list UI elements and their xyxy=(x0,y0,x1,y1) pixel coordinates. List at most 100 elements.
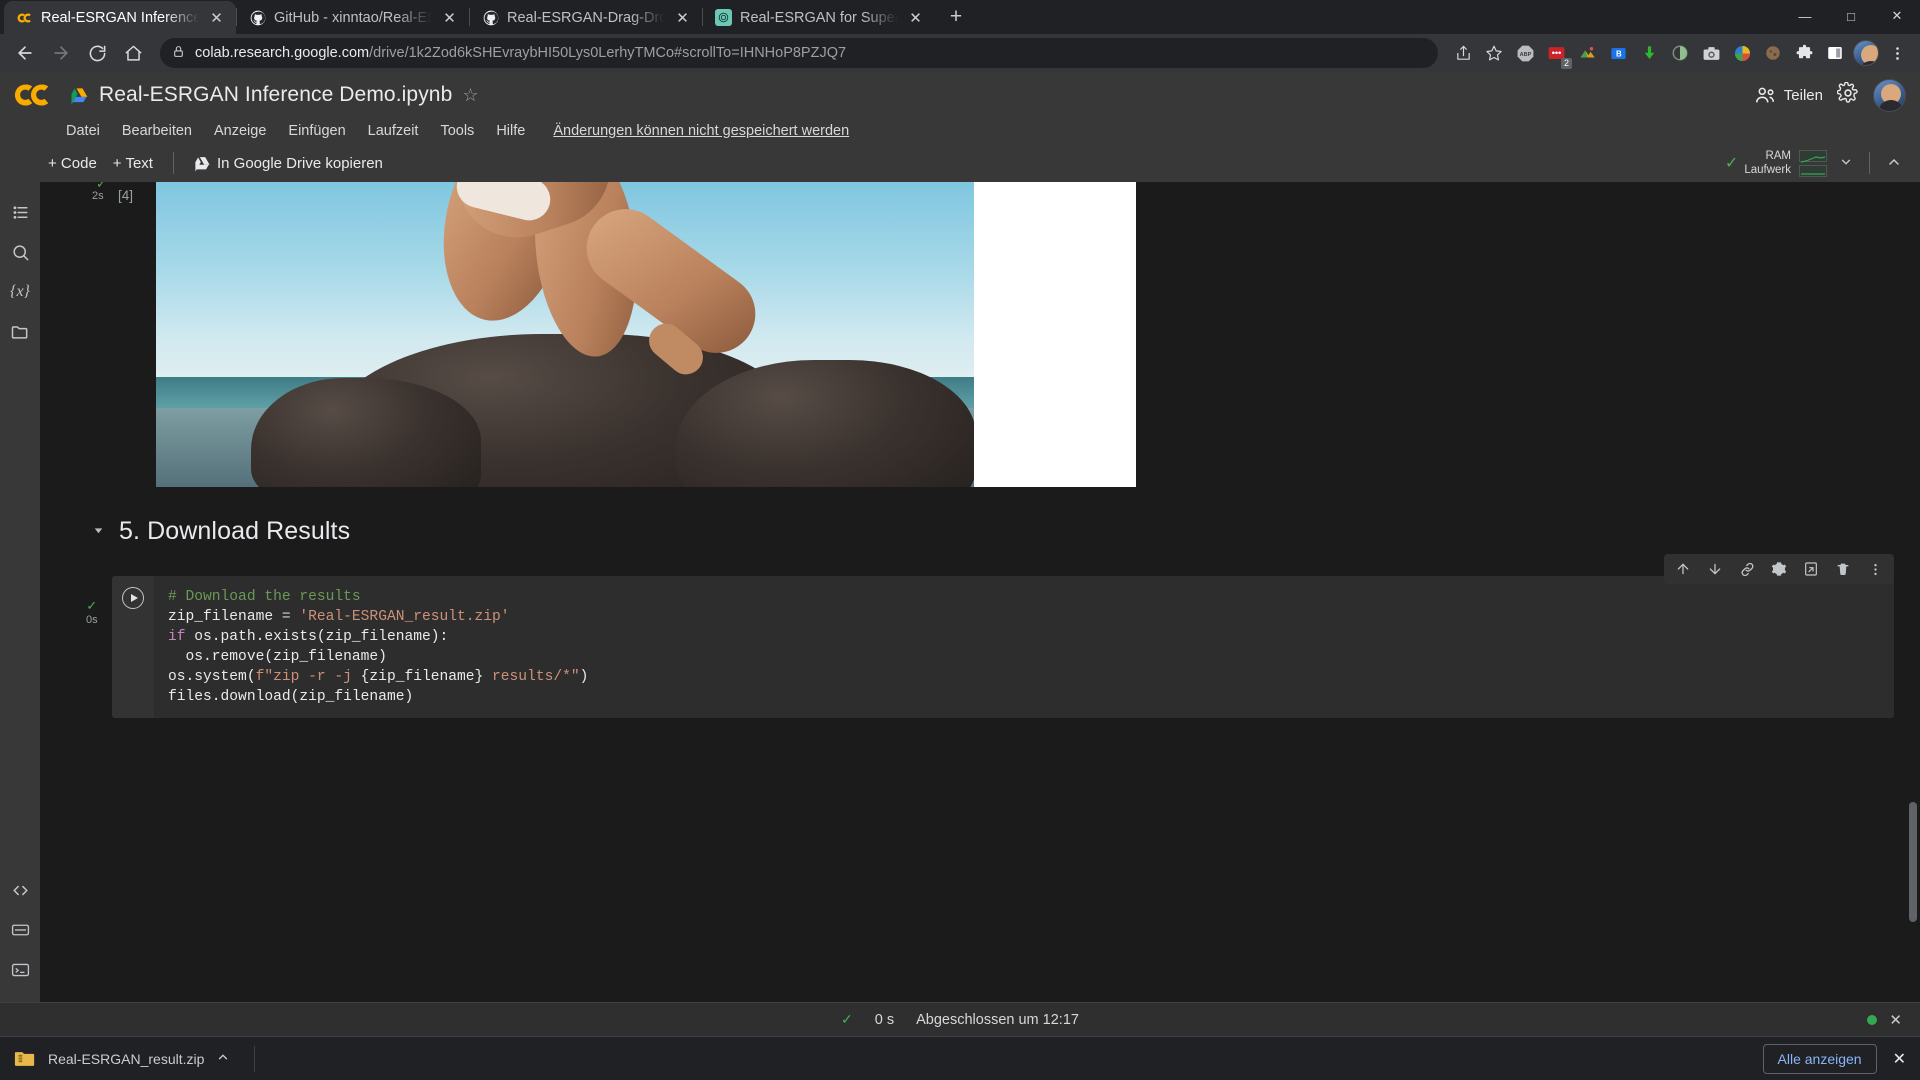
close-icon[interactable]: ✕ xyxy=(673,8,692,27)
reload-icon[interactable] xyxy=(80,36,114,70)
svg-text:ABP: ABP xyxy=(1519,51,1531,57)
terminal-icon[interactable] xyxy=(2,950,38,990)
show-all-downloads-button[interactable]: Alle anzeigen xyxy=(1762,1043,1877,1074)
puzzle-piece-icon[interactable] xyxy=(1789,38,1819,68)
table-of-contents-icon[interactable] xyxy=(2,192,38,232)
cell-settings-icon[interactable] xyxy=(1766,557,1792,581)
kebab-menu-icon[interactable] xyxy=(1882,38,1912,68)
menu-laufzeit[interactable]: Laufzeit xyxy=(368,123,419,139)
download-item[interactable]: Real-ESRGAN_result.zip xyxy=(14,1049,246,1068)
copy-to-drive-button[interactable]: In Google Drive kopieren xyxy=(186,151,391,176)
sidebar-toggle-icon[interactable] xyxy=(1820,38,1850,68)
star-icon[interactable] xyxy=(1479,38,1509,68)
sphere-extension-icon[interactable] xyxy=(1727,38,1757,68)
address-bar[interactable]: colab.research.google.com/drive/1k2Zod6k… xyxy=(160,38,1438,68)
colab-logo[interactable] xyxy=(14,80,58,110)
minimize-button[interactable]: — xyxy=(1782,0,1828,32)
github-icon xyxy=(249,9,266,26)
url-path: /drive/1k2Zod6kSHEvraybHI50Lys0LerhyTMCo… xyxy=(369,45,847,61)
menu-tools[interactable]: Tools xyxy=(440,123,474,139)
browser-tab-2[interactable]: GitHub - xinntao/Real-ESRGAN: ✕ xyxy=(237,1,469,34)
add-code-button[interactable]: + Code xyxy=(40,151,105,176)
download-shelf-actions: Alle anzeigen ✕ xyxy=(1762,1043,1906,1074)
close-shelf-icon[interactable]: ✕ xyxy=(1893,1049,1906,1069)
save-status-text[interactable]: Änderungen können nicht gespeichert werd… xyxy=(553,123,849,139)
profile-avatar[interactable] xyxy=(1851,38,1881,68)
browser-tab-1[interactable]: Real-ESRGAN Inference Demo.ipynb ✕ xyxy=(4,1,236,34)
share-button[interactable]: Teilen xyxy=(1754,84,1823,106)
chevron-up-icon[interactable] xyxy=(1880,150,1908,177)
browser-tab-3[interactable]: Real-ESRGAN-Drag-Drop/drag& ✕ xyxy=(470,1,702,34)
status-bar-right: ✕ xyxy=(1867,1011,1902,1029)
code-cell[interactable]: ✓ 0s # Download the results zip_filename… xyxy=(86,554,1894,718)
command-palette-icon[interactable] xyxy=(2,910,38,950)
code-editor[interactable]: # Download the results zip_filename = 'Re… xyxy=(154,576,1894,718)
variables-icon[interactable]: {x} xyxy=(2,272,38,312)
files-icon[interactable] xyxy=(2,312,38,352)
adblock-plus-icon[interactable]: ABP xyxy=(1510,38,1540,68)
menu-datei[interactable]: Datei xyxy=(66,123,100,139)
add-text-button[interactable]: + Text xyxy=(105,151,161,176)
original-image-panel xyxy=(156,182,974,487)
gear-icon[interactable] xyxy=(1836,81,1859,109)
account-avatar[interactable] xyxy=(1873,78,1906,112)
new-tab-button[interactable]: + xyxy=(941,2,971,32)
close-icon[interactable]: ✕ xyxy=(440,8,459,27)
colorful-extension-icon[interactable] xyxy=(1572,38,1602,68)
share-icon[interactable] xyxy=(1448,38,1478,68)
search-icon[interactable] xyxy=(2,232,38,272)
menu-hilfe[interactable]: Hilfe xyxy=(496,123,525,139)
maximize-button[interactable]: □ xyxy=(1828,0,1874,32)
tab-strip: Real-ESRGAN Inference Demo.ipynb ✕ GitHu… xyxy=(0,0,1920,34)
notebook-title[interactable]: Real-ESRGAN Inference Demo.ipynb xyxy=(99,83,452,107)
move-cell-down-icon[interactable] xyxy=(1702,557,1728,581)
ram-disk-labels: RAM Laufwerk xyxy=(1744,149,1791,177)
menu-anzeige[interactable]: Anzeige xyxy=(214,123,266,139)
connection-status-dot xyxy=(1867,1014,1878,1025)
move-cell-up-icon[interactable] xyxy=(1670,557,1696,581)
code-snippets-icon[interactable] xyxy=(2,870,38,910)
collapse-section-icon[interactable] xyxy=(92,524,105,540)
forward-arrow-icon[interactable] xyxy=(44,36,78,70)
menu-einfuegen[interactable]: Einfügen xyxy=(288,123,345,139)
ram-disk-indicator[interactable]: RAM Laufwerk xyxy=(1744,149,1827,177)
dark-circle-extension-icon[interactable] xyxy=(1665,38,1695,68)
delete-cell-icon[interactable] xyxy=(1830,557,1856,581)
menu-bearbeiten[interactable]: Bearbeiten xyxy=(122,123,192,139)
screenshot-camera-icon[interactable] xyxy=(1696,38,1726,68)
code-token: zip -r -j xyxy=(273,669,361,685)
github-icon xyxy=(482,9,499,26)
link-to-cell-icon[interactable] xyxy=(1734,557,1760,581)
scrollbar-track[interactable] xyxy=(1908,182,1918,1002)
browser-tab-4[interactable]: Real-ESRGAN for Super-Resoluti ✕ xyxy=(703,1,935,34)
ram-label: RAM xyxy=(1765,150,1791,162)
open-in-new-tab-icon[interactable] xyxy=(1798,557,1824,581)
download-file-name: Real-ESRGAN_result.zip xyxy=(48,1050,205,1067)
code-token: 'Real-ESRGAN_result.zip' xyxy=(299,609,510,625)
scrollbar-thumb[interactable] xyxy=(1909,802,1917,922)
code-token: results/*" xyxy=(483,669,580,685)
chevron-down-icon[interactable] xyxy=(1833,151,1859,176)
close-icon[interactable]: ✕ xyxy=(906,8,925,27)
brown-circle-extension-icon[interactable] xyxy=(1758,38,1788,68)
more-options-icon[interactable] xyxy=(1862,557,1888,581)
status-close-icon[interactable]: ✕ xyxy=(1889,1011,1902,1029)
close-window-button[interactable]: ✕ xyxy=(1874,0,1920,32)
output-runtime: 2s xyxy=(92,190,104,202)
back-arrow-icon[interactable] xyxy=(8,36,42,70)
close-icon[interactable]: ✕ xyxy=(207,8,226,27)
run-cell-button[interactable] xyxy=(122,587,144,609)
tab-title: Real-ESRGAN for Super-Resoluti xyxy=(740,9,898,26)
tab-title: GitHub - xinntao/Real-ESRGAN: xyxy=(274,9,432,26)
code-token: os.system( xyxy=(168,669,256,685)
chevron-up-icon[interactable] xyxy=(216,1050,230,1067)
star-icon[interactable]: ☆ xyxy=(462,85,478,106)
code-token: os.path.exists(zip_filename): xyxy=(194,629,449,645)
blue-b-extension-icon[interactable]: B xyxy=(1603,38,1633,68)
url-text: colab.research.google.com/drive/1k2Zod6k… xyxy=(195,45,846,61)
download-manager-icon[interactable] xyxy=(1634,38,1664,68)
code-line: files.download(zip_filename) xyxy=(168,687,1894,707)
red-extension-icon[interactable]: 2 xyxy=(1541,38,1572,69)
home-icon[interactable] xyxy=(116,36,150,70)
code-cell-body: # Download the results zip_filename = 'Re… xyxy=(112,576,1894,718)
